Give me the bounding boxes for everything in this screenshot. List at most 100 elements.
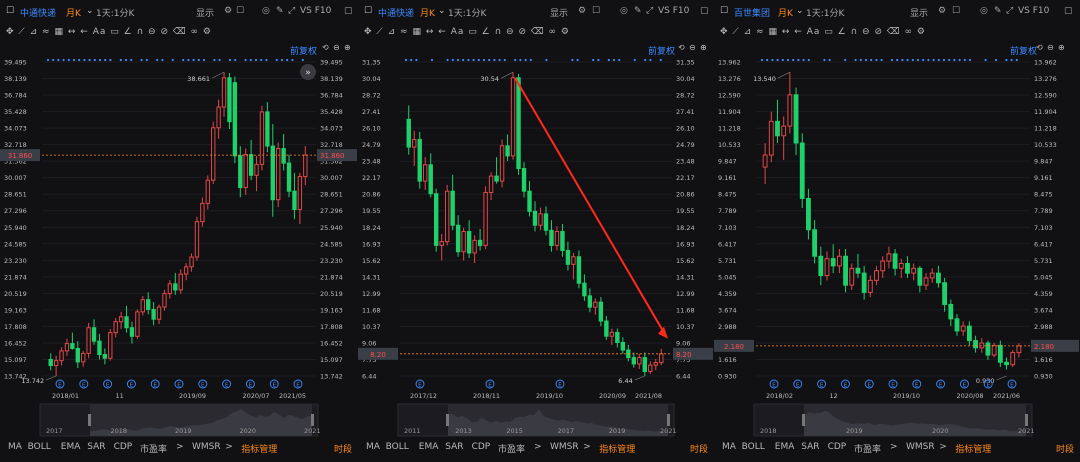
navigator-handle-left [88,414,91,426]
indicator-tab-8[interactable]: > [225,442,233,452]
candle-body [217,107,220,128]
high-leader-line [212,72,224,78]
event-dot [410,59,412,61]
indicator-tab-8[interactable]: > [583,442,591,452]
candlestick-chart[interactable]: 31.35 31.35 30.04 30.04 28.72 28.72 27.41 27.41… [358,0,714,462]
indicator-tab-9[interactable]: 指标管理 [955,442,991,455]
candle-body [282,149,285,164]
candle-body [462,232,465,252]
navigator-year-label: 2017 [558,427,575,435]
indicator-tab-3[interactable]: SAR [445,442,463,452]
y-tick-label-left: 11.68 [362,306,381,314]
event-dot [634,59,636,61]
event-dot [901,59,903,61]
indicator-tab-5[interactable]: 市盈率 [498,442,525,455]
event-dot [530,59,532,61]
indicator-tab-1[interactable]: BOLL [28,442,51,452]
event-dot [545,59,547,61]
candle-body [937,273,941,283]
candle-body [266,112,269,146]
y-tick-label-left: 19.55 [362,207,381,215]
candle-body [293,191,296,209]
candle-body [825,259,829,276]
indicator-tab-1[interactable]: BOLL [386,442,409,452]
candle-body [206,180,209,203]
high-price-label: 38.661 [187,75,210,83]
event-dot [1005,59,1007,61]
candle-body [986,343,990,355]
event-dot [808,59,810,61]
candle-body [49,359,52,365]
event-dot [844,59,846,61]
indicator-tab-2[interactable]: EMA [775,442,795,452]
indicator-tab-0[interactable]: MA [8,442,22,452]
candle-body [222,78,225,107]
indicator-tab-0[interactable]: MA [722,442,736,452]
period-tab[interactable]: 时段 [1056,442,1074,455]
indicator-tab-5[interactable]: 市盈率 [140,442,167,455]
event-dot [875,59,877,61]
candle-body [109,333,112,359]
event-dot [514,59,516,61]
candle-body [287,163,290,191]
candle-body [65,344,68,351]
candle-body [813,230,817,257]
indicator-tab-4[interactable]: CDP [828,442,847,452]
indicator-tab-3[interactable]: SAR [87,442,105,452]
candle-body [298,177,301,210]
event-marker-letter: E [939,383,943,389]
y-tick-label-right: 1.616 [1034,356,1053,364]
candle-body [539,214,542,225]
navigator-year-label: 2015 [506,427,523,435]
indicator-tab-5[interactable]: 市盈率 [854,442,881,455]
candle-body [424,165,427,181]
indicator-tab-4[interactable]: CDP [114,442,133,452]
candle-body [98,341,101,354]
candle-body [141,300,144,312]
candle-body [179,274,182,290]
indicator-tab-7[interactable]: WMSR [192,442,221,452]
indicator-tab-8[interactable]: > [939,442,947,452]
event-dot [948,59,950,61]
candle-body [228,78,231,122]
candle-body [594,302,597,307]
indicator-tab-2[interactable]: EMA [419,442,439,452]
candle-body [212,128,215,180]
x-axis-label: 2018/01 [52,392,79,400]
indicator-tab-6[interactable]: > [534,442,542,452]
indicator-tab-2[interactable]: EMA [61,442,81,452]
candle-body [572,257,575,265]
y-tick-label-right: 28.651 [320,191,343,199]
period-tab[interactable]: 时段 [690,442,708,455]
candle-body [163,294,166,307]
indicator-tab-7[interactable]: WMSR [906,442,935,452]
indicator-tab-7[interactable]: WMSR [550,442,579,452]
y-tick-label-right: 20.519 [320,290,343,298]
candle-body [407,119,410,147]
indicator-tab-3[interactable]: SAR [801,442,819,452]
indicator-tab-6[interactable]: > [176,442,184,452]
event-marker-letter: E [915,383,919,389]
indicator-tab-0[interactable]: MA [366,442,380,452]
candle-body [277,149,280,200]
event-dot [644,59,646,61]
candle-body [912,268,916,273]
candlestick-chart[interactable]: 13.962 13.962 13.276 13.276 12.590 12.590 11.9… [714,0,1080,462]
indicator-tab-9[interactable]: 指标管理 [241,442,277,455]
low-leader-line [997,376,1007,380]
y-tick-label-right: 2.988 [1034,323,1053,331]
y-tick-label-right: 5.045 [1034,273,1053,281]
candlestick-chart[interactable]: 39.495 39.495 38.139 38.139 36.784 36.784 35.4… [0,0,358,462]
period-tab[interactable]: 时段 [334,442,352,455]
zoom-in-icon: ⊕ [1058,43,1065,52]
candle-body [643,358,646,372]
event-dot [483,59,485,61]
event-dot [792,59,794,61]
indicator-tab-4[interactable]: CDP [472,442,491,452]
indicator-tab-1[interactable]: BOLL [742,442,765,452]
indicator-tab-6[interactable]: > [890,442,898,452]
y-tick-label-left: 3.674 [718,306,737,314]
indicator-tab-9[interactable]: 指标管理 [599,442,635,455]
y-tick-label-right: 28.72 [676,92,695,100]
candle-body [588,296,591,307]
